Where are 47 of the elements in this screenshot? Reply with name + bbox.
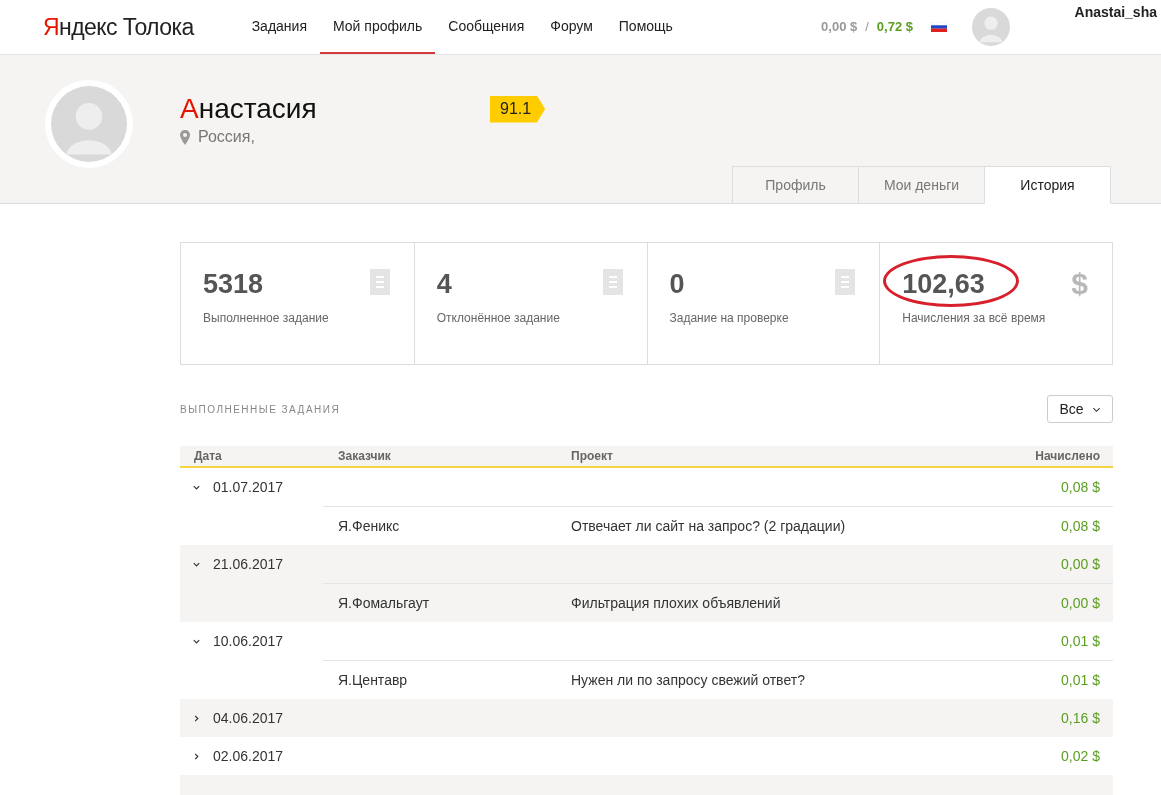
- date-cell-text: 21.06.2017: [213, 554, 284, 574]
- document-icon: [369, 269, 390, 295]
- document-icon: [602, 269, 623, 295]
- rating-badge: 91.1: [490, 95, 546, 123]
- column-header: Дата: [193, 448, 223, 465]
- amount-cell-text: 0,16 $: [1060, 708, 1101, 728]
- stat-label: Задание на проверке: [669, 310, 790, 327]
- nav-link[interactable]: Форум: [537, 0, 606, 54]
- nav-link[interactable]: Помощь: [605, 0, 686, 54]
- balance-separator: /: [865, 18, 869, 37]
- profile-name: Анастасия: [180, 95, 318, 123]
- stat-value: 102,63: [902, 271, 985, 298]
- filter-dropdown[interactable]: Все: [1047, 395, 1113, 423]
- section-title: ВЫПОЛНЕННЫЕ ЗАДАНИЯ: [180, 402, 341, 417]
- stat-label: Отклонённое задание: [436, 310, 561, 327]
- stat-label: Начисления за всё время: [902, 310, 1047, 327]
- date-cell-text: 04.06.2017: [213, 708, 284, 728]
- location-pin-icon: [180, 129, 190, 145]
- dollar-icon: $: [1071, 267, 1088, 300]
- stat-value: 0: [669, 271, 685, 298]
- profile-location: Россия,: [198, 127, 255, 147]
- chevron-right-icon[interactable]: [192, 713, 201, 723]
- document-icon: [835, 269, 856, 295]
- profile-tab[interactable]: Профиль: [732, 166, 859, 204]
- date-cell-text: 02.06.2017: [213, 746, 284, 766]
- amount-cell-text: 0,01 $: [1060, 631, 1101, 651]
- column-header: Начислено: [1034, 448, 1101, 465]
- amount-cell-text: 0,00 $: [1060, 554, 1101, 574]
- column-header: Заказчик: [338, 448, 392, 465]
- available-balance: 0,72 $: [876, 18, 913, 37]
- pending-balance: 0,00 $: [821, 18, 858, 37]
- flag-icon[interactable]: [931, 22, 947, 32]
- column-header: Проект: [571, 448, 614, 465]
- user-avatar: [972, 8, 1010, 46]
- stat-value: 5318: [203, 271, 264, 298]
- logo[interactable]: Яндекс Толока: [43, 9, 194, 45]
- nav-link[interactable]: Задания: [238, 0, 320, 54]
- username[interactable]: Anastai_sha: [1074, 2, 1157, 23]
- amount-cell-text: 0,08 $: [1060, 477, 1101, 497]
- profile-tab[interactable]: История: [984, 166, 1111, 204]
- chevron-right-icon[interactable]: [192, 751, 201, 761]
- amount-cell-text: 0,02 $: [1060, 746, 1101, 766]
- stat-value: 4: [436, 271, 452, 298]
- date-cell-text: 10.06.2017: [213, 631, 284, 651]
- date-cell-text: 01.07.2017: [213, 477, 284, 497]
- nav-link[interactable]: Сообщения: [435, 0, 538, 54]
- stat-label: Выполненное задание: [203, 310, 330, 327]
